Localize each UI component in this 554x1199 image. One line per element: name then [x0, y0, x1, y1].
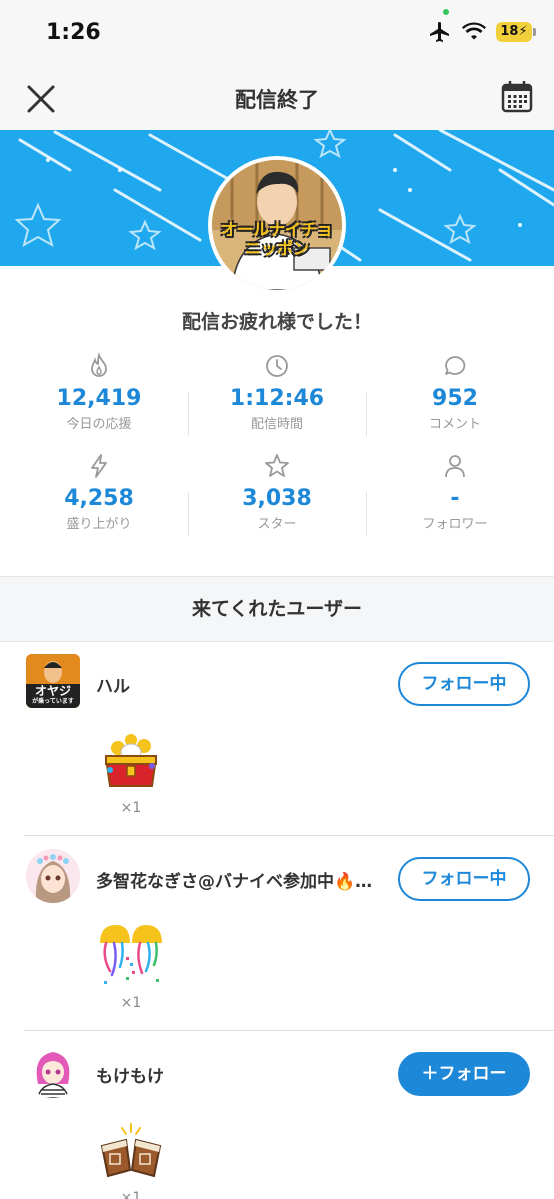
stat-label: 今日の応援: [66, 417, 132, 432]
status-time: 1:26: [46, 20, 101, 45]
stat-label: フォロワー: [422, 517, 488, 532]
gift-count: ×1: [120, 1190, 142, 1199]
stats-row: 12,419 今日の応援 1:12:46 配信時間 952 コメント: [10, 348, 544, 448]
streamer-logo-line1: オールナイチョ: [220, 220, 333, 239]
privacy-indicator: [443, 9, 449, 15]
stat-value: 1:12:46: [229, 386, 325, 411]
streamer-logo-line2: ニッポン: [244, 239, 309, 258]
treasure-chest-icon: [104, 734, 158, 787]
stat-support: 12,419 今日の応援: [10, 348, 188, 448]
page-title: 配信終了: [235, 88, 319, 112]
avatar-text-line2: が乗っています: [32, 698, 74, 705]
avatar[interactable]: [26, 1044, 80, 1098]
stat-comments: 952 コメント: [366, 348, 544, 448]
user-card: もけもけ ＋フォロー ×1: [0, 1032, 554, 1199]
airplane-icon: [430, 22, 449, 42]
user-name[interactable]: 多智花なぎさ@バナイベ参加中🔥…: [96, 867, 372, 892]
nav-bar: 配信終了: [0, 64, 554, 130]
streamer-avatar[interactable]: オールナイチョ ニッポン: [208, 156, 346, 294]
stat-value: 3,038: [242, 486, 312, 511]
avatar-text: オヤジ が乗っています: [26, 685, 80, 706]
avatar[interactable]: [26, 849, 80, 903]
streamer-logo-text: オールナイチョ ニッポン: [212, 220, 342, 258]
avatar-text-line1: オヤジ: [34, 684, 71, 698]
user-name[interactable]: ハル: [96, 672, 130, 697]
user-card: 多智花なぎさ@バナイベ参加中🔥… フォロー中 ×1: [0, 837, 554, 1031]
gift-count: ×1: [120, 800, 142, 816]
stat-stars: 3,038 スター: [188, 448, 366, 548]
comment-icon: [445, 356, 466, 375]
stats-row: 4,258 盛り上がり 3,038 スター - フォロワー: [10, 448, 544, 548]
visitors-header: 来てくれたユーザー: [0, 576, 554, 642]
stats-grid: 12,419 今日の応援 1:12:46 配信時間 952 コメント 4,258…: [10, 348, 544, 548]
wifi-icon: [462, 22, 486, 40]
toast-mugs-icon: [100, 1123, 162, 1178]
section-title: 来てくれたユーザー: [191, 598, 363, 620]
star-icon: [265, 454, 289, 477]
follow-button[interactable]: ＋フォロー: [398, 1052, 530, 1096]
stat-followers: - フォロワー: [366, 448, 544, 548]
stat-label: コメント: [428, 417, 481, 432]
stat-label: 盛り上がり: [66, 517, 132, 532]
stat-duration: 1:12:46 配信時間: [188, 348, 366, 448]
calendar-button[interactable]: [498, 78, 536, 116]
stat-value: 4,258: [64, 486, 134, 511]
avatar-illustration: [26, 1044, 80, 1098]
status-icons: 18⚡: [428, 20, 536, 44]
avatar-illustration: [26, 849, 80, 903]
stat-label: 配信時間: [250, 417, 303, 432]
streamer-avatar-image: オールナイチョ ニッポン: [212, 160, 342, 290]
following-button[interactable]: フォロー中: [398, 662, 530, 706]
balloon-confetti-icon: [100, 925, 162, 984]
flame-icon: [91, 352, 107, 377]
stat-excitement: 4,258 盛り上がり: [10, 448, 188, 548]
person-icon: [445, 455, 465, 478]
calendar-icon: [501, 81, 533, 113]
user-card: オヤジ が乗っています ハル フォロー中 ×1: [0, 642, 554, 836]
lightning-icon: [91, 454, 107, 478]
gift-count: ×1: [120, 995, 142, 1011]
following-button[interactable]: フォロー中: [398, 857, 530, 901]
user-name[interactable]: もけもけ: [96, 1062, 164, 1087]
status-bar: 1:26 18⚡: [0, 0, 554, 64]
avatar[interactable]: オヤジ が乗っています: [26, 654, 80, 708]
battery-indicator: 18⚡: [496, 22, 536, 42]
stat-label: スター: [257, 517, 297, 532]
battery-level: 18: [500, 24, 519, 39]
stat-value: 952: [432, 386, 478, 411]
stat-value: -: [450, 486, 460, 511]
clock-icon: [266, 355, 288, 377]
stat-value: 12,419: [56, 386, 142, 411]
greeting-message: 配信お疲れ様でした！: [181, 311, 372, 333]
